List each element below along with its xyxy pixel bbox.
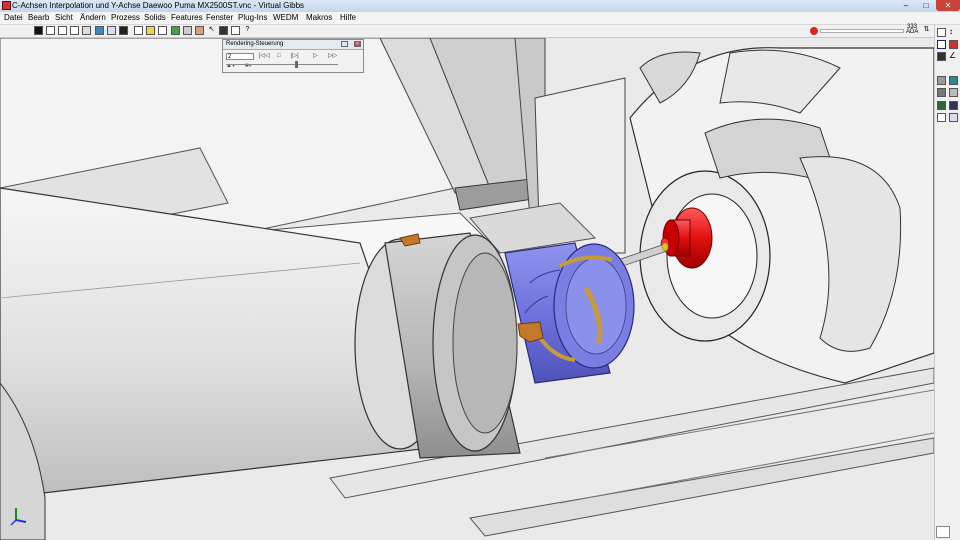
render-progress-bar <box>820 29 904 33</box>
zoom-icon[interactable] <box>937 52 946 61</box>
menu-wedm[interactable]: WEDM <box>273 12 298 24</box>
help-cursor-icon[interactable]: ? <box>243 26 252 35</box>
menu-features[interactable]: Features <box>171 12 203 24</box>
menu-bearb[interactable]: Bearb <box>28 12 49 24</box>
panel-close-icon[interactable]: × <box>354 41 361 47</box>
view-dark-icon[interactable] <box>119 26 128 35</box>
fast-forward-icon[interactable]: ▷▷ <box>328 52 337 61</box>
fixture-icon[interactable] <box>183 26 192 35</box>
axis-triad-icon <box>10 508 27 526</box>
window-title: C-Achsen Interpolation und Y-Achse Daewo… <box>12 1 305 10</box>
menu-hilfe[interactable]: Hilfe <box>340 12 356 24</box>
part-icon[interactable] <box>158 26 167 35</box>
stop-icon[interactable] <box>810 27 818 35</box>
maximize-button[interactable]: □ <box>916 0 936 11</box>
resize-grip-icon[interactable] <box>936 526 950 538</box>
image-icon[interactable] <box>949 101 958 110</box>
tool-icon[interactable] <box>195 26 204 35</box>
view-shaded-icon[interactable] <box>95 26 104 35</box>
machine-icon[interactable] <box>937 88 946 97</box>
render-step-field[interactable]: 2 <box>226 53 254 60</box>
angle-icon[interactable]: ∠ <box>949 52 958 61</box>
toolpath-icon[interactable] <box>937 101 946 110</box>
delete-icon[interactable] <box>949 40 958 49</box>
print-icon[interactable] <box>231 26 240 35</box>
render-speed-slider-thumb[interactable] <box>295 61 298 68</box>
render-control-titlebar[interactable]: Rendering-Steuerung × <box>223 40 363 50</box>
view-cube-icon[interactable] <box>134 26 143 35</box>
right-toolbar: ↕ ∠ <box>934 25 960 540</box>
new-document-icon[interactable] <box>937 28 946 37</box>
menu-bar: Datei Bearb Sicht Ändern Prozess Solids … <box>0 12 960 25</box>
play-icon[interactable]: ▷ <box>313 52 318 61</box>
menu-plugins[interactable]: Plug-Ins <box>238 12 267 24</box>
toolbar: ↖ ? 333 ADA ⇅ <box>0 24 960 38</box>
menu-solids[interactable]: Solids <box>144 12 166 24</box>
3d-viewport[interactable] <box>0 38 934 540</box>
view-box-icon[interactable] <box>70 26 79 35</box>
minimize-button[interactable]: – <box>896 0 916 11</box>
view-grid-icon[interactable] <box>82 26 91 35</box>
menu-aendern[interactable]: Ändern <box>80 12 106 24</box>
machine-scene <box>0 38 934 540</box>
document-icon[interactable] <box>937 113 946 122</box>
highlight-icon[interactable] <box>146 26 155 35</box>
panel-maximize-icon[interactable] <box>341 41 348 47</box>
menu-fenster[interactable]: Fenster <box>206 12 233 24</box>
view-iso-icon[interactable] <box>58 26 67 35</box>
menu-sicht[interactable]: Sicht <box>55 12 73 24</box>
rewind-icon[interactable]: |◁◁ <box>259 52 270 61</box>
speed-readout-bottom: ADA <box>906 29 919 35</box>
view-solid-icon[interactable] <box>107 26 116 35</box>
close-button[interactable]: ✕ <box>936 0 960 11</box>
fixture-view-icon[interactable] <box>949 88 958 97</box>
select-box-icon[interactable] <box>937 40 946 49</box>
view-black-icon[interactable] <box>34 26 43 35</box>
menu-datei[interactable]: Datei <box>4 12 23 24</box>
pointer-icon[interactable]: ↖ <box>207 26 216 35</box>
menu-makros[interactable]: Makros <box>306 12 332 24</box>
speed-readout: 333 ADA <box>906 24 919 35</box>
render-control-title: Rendering-Steuerung <box>226 41 284 47</box>
speed-arrows-icon[interactable]: ⇅ <box>922 26 931 35</box>
step-icon[interactable]: |▷| <box>291 52 299 61</box>
app-icon <box>2 1 11 10</box>
surface-icon[interactable] <box>937 76 946 85</box>
dimension-icon[interactable]: ↕ <box>949 28 958 37</box>
render-icon[interactable] <box>219 26 228 35</box>
solid-model-icon[interactable] <box>949 76 958 85</box>
stock-icon[interactable] <box>171 26 180 35</box>
stop-square-icon[interactable]: □ <box>277 52 281 61</box>
list-icon[interactable] <box>949 113 958 122</box>
render-control-panel: Rendering-Steuerung × 2 |◁◁ □ |▷| ▷ ▷▷ ▲… <box>222 39 364 73</box>
view-wireframe-icon[interactable] <box>46 26 55 35</box>
render-speed-slider-track[interactable] <box>226 64 338 65</box>
menu-prozess[interactable]: Prozess <box>111 12 140 24</box>
